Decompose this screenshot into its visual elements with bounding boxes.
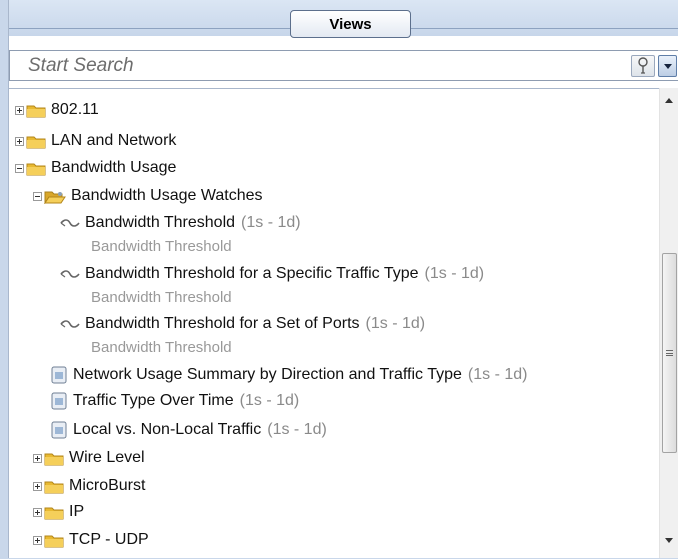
interval-range: (1s - 1d)	[424, 265, 485, 282]
scroll-up-icon[interactable]	[665, 98, 673, 103]
tree-item-label: Bandwidth Threshold for a Set of Ports	[85, 315, 360, 332]
chevron-down-icon	[663, 63, 672, 69]
tree-item-ip[interactable]: IP	[33, 501, 84, 523]
tree-item-label: LAN and Network	[51, 132, 177, 149]
tree-item-label: Bandwidth Threshold for a Specific Traff…	[85, 265, 419, 282]
vertical-scrollbar[interactable]	[659, 88, 678, 558]
views-panel: Views 802.11 LAN and Network	[8, 0, 678, 558]
tree-item-network-usage-summary[interactable]: Network Usage Summary by Direction and T…	[51, 364, 527, 386]
folder-icon	[44, 535, 64, 547]
search-input[interactable]	[10, 51, 610, 80]
expand-icon[interactable]	[33, 535, 42, 545]
document-view-icon	[51, 366, 67, 384]
watch-icon	[60, 270, 80, 278]
document-view-icon	[51, 392, 67, 410]
interval-range: (1s - 1d)	[467, 366, 528, 383]
tree-item-label: IP	[69, 503, 85, 520]
tree-item-subtitle: Bandwidth Threshold	[91, 238, 232, 255]
interval-range: (1s - 1d)	[267, 421, 327, 438]
folder-icon	[44, 453, 64, 465]
tree-item-tcp-udp[interactable]: TCP - UDP	[33, 529, 149, 551]
tree-item-subtitle: Bandwidth Threshold	[91, 339, 232, 356]
collapse-icon[interactable]	[33, 191, 42, 201]
tree-item-label: TCP - UDP	[69, 531, 149, 548]
tree-item-bandwidth-usage[interactable]: Bandwidth Usage	[15, 157, 176, 179]
tree-item-label: Network Usage Summary by Direction and T…	[73, 366, 462, 383]
folder-icon	[44, 507, 64, 519]
folder-icon	[44, 481, 64, 493]
tree-item-label: Traffic Type Over Time	[73, 392, 234, 409]
search-dropdown-button[interactable]	[658, 55, 677, 77]
tree-item-label: MicroBurst	[69, 477, 146, 494]
expand-icon[interactable]	[33, 507, 42, 517]
tree-item-microburst[interactable]: MicroBurst	[33, 475, 145, 497]
tree-item-subtitle: Bandwidth Threshold	[91, 289, 232, 306]
expand-icon[interactable]	[33, 453, 42, 463]
search-box	[9, 50, 678, 81]
interval-range: (1s - 1d)	[239, 392, 300, 409]
folder-icon	[26, 105, 46, 117]
folder-icon	[26, 136, 46, 148]
tree-item-label: 802.11	[51, 101, 99, 118]
expand-icon[interactable]	[15, 136, 24, 146]
tree-item-label: Bandwidth Threshold	[85, 214, 236, 231]
tree-item-bandwidth-usage-watches[interactable]: Bandwidth Usage Watches	[33, 185, 263, 207]
tree-item-lan-and-network[interactable]: LAN and Network	[15, 130, 176, 152]
watch-icon	[60, 320, 80, 328]
scrollbar-thumb[interactable]	[662, 253, 677, 453]
views-tab-label: Views	[329, 15, 372, 33]
tree-item-label: Bandwidth Usage Watches	[71, 187, 263, 204]
search-icon	[638, 57, 648, 74]
tree-item-label: Bandwidth Usage	[51, 159, 177, 176]
grip-icon	[666, 350, 673, 356]
scroll-down-icon[interactable]	[665, 538, 673, 543]
document-view-icon	[51, 421, 67, 439]
interval-range: (1s - 1d)	[241, 214, 301, 231]
folder-icon	[26, 163, 46, 175]
expand-icon[interactable]	[15, 105, 24, 115]
open-folder-icon	[44, 191, 66, 204]
interval-range: (1s - 1d)	[365, 315, 426, 332]
expand-icon[interactable]	[33, 481, 42, 491]
views-tab[interactable]: Views	[290, 10, 411, 38]
collapse-icon[interactable]	[15, 163, 24, 173]
tree-item-label: Local vs. Non-Local Traffic	[73, 421, 262, 438]
tree-item-traffic-type-over-time[interactable]: Traffic Type Over Time (1s - 1d)	[51, 390, 299, 412]
watch-icon	[60, 219, 80, 227]
tree-item-802-11[interactable]: 802.11	[15, 99, 99, 121]
tree-item-bandwidth-threshold-specific-traffic[interactable]: Bandwidth Threshold for a Specific Traff…	[59, 263, 484, 285]
tree-item-wire-level[interactable]: Wire Level	[33, 447, 145, 469]
tree-item-label: Wire Level	[69, 449, 145, 466]
views-tree: 802.11 LAN and Network Bandwidth Usage B…	[9, 88, 659, 559]
tree-item-bandwidth-threshold-ports[interactable]: Bandwidth Threshold for a Set of Ports (…	[59, 313, 425, 335]
tree-item-bandwidth-threshold[interactable]: Bandwidth Threshold (1s - 1d)	[59, 212, 301, 234]
search-button[interactable]	[631, 55, 655, 77]
tree-item-local-vs-nonlocal-traffic[interactable]: Local vs. Non-Local Traffic (1s - 1d)	[51, 419, 327, 441]
